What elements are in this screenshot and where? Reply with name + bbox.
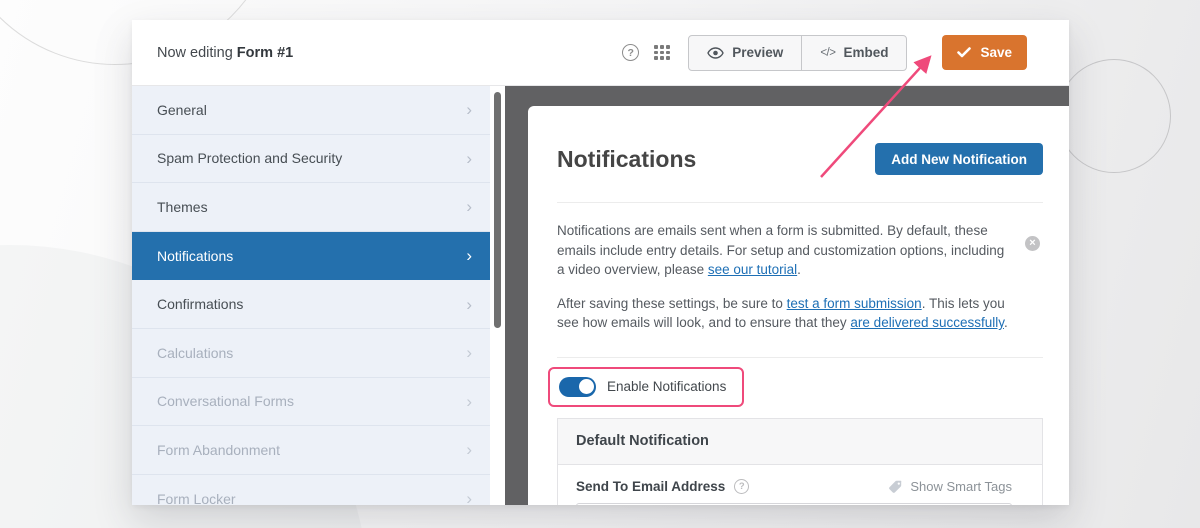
delivered-successfully-link[interactable]: are delivered successfully: [850, 315, 1004, 330]
default-notification-card: Default Notification Send To Email Addre…: [557, 417, 1043, 505]
sidebar-item-label: Form Locker: [157, 490, 236, 505]
form-name: Form #1: [236, 44, 294, 61]
preview-button[interactable]: Preview: [689, 36, 801, 70]
panel-header: Notifications Add New Notification: [557, 106, 1043, 176]
sidebar-item-confirmations[interactable]: Confirmations ›: [132, 280, 490, 329]
sidebar-scrollbar-thumb[interactable]: [493, 92, 501, 328]
sidebar-item-label: Form Abandonment: [157, 441, 280, 458]
dismiss-notice-icon[interactable]: ×: [1025, 236, 1040, 251]
tutorial-link[interactable]: see our tutorial: [708, 262, 797, 277]
field-label: Send To Email Address ?: [576, 479, 750, 494]
sidebar-item-label: Notifications: [157, 247, 234, 264]
card-body: Send To Email Address ? Show Smart Tags: [558, 465, 1042, 505]
now-editing-prefix: Now editing: [157, 44, 233, 61]
page-title: Notifications: [557, 146, 697, 172]
divider: [557, 202, 1043, 203]
sidebar-item-form-abandonment[interactable]: Form Abandonment ›: [132, 426, 490, 475]
sidebar-item-general[interactable]: General ›: [132, 86, 490, 135]
field-help-icon[interactable]: ?: [734, 479, 750, 494]
embed-label: Embed: [843, 45, 889, 60]
form-builder-window: Now editing Form #1 ? Preview </> Embed: [132, 20, 1069, 505]
sidebar-item-label: Conversational Forms: [157, 393, 294, 410]
chevron-right-icon: ›: [466, 343, 472, 363]
eye-icon: [707, 46, 725, 59]
check-icon: [957, 47, 972, 58]
decorative-circle: [1057, 59, 1171, 173]
notice-paragraph-1: Notifications are emails sent when a for…: [557, 221, 1043, 280]
preview-label: Preview: [732, 45, 784, 60]
sidebar-item-calculations[interactable]: Calculations ›: [132, 329, 490, 378]
notice-text: .: [797, 262, 801, 277]
help-icon[interactable]: ?: [622, 44, 640, 61]
chevron-right-icon: ›: [466, 391, 472, 411]
save-label: Save: [980, 45, 1012, 60]
chevron-right-icon: ›: [466, 294, 472, 314]
chevron-right-icon: ›: [466, 197, 472, 217]
tag-icon: [889, 480, 902, 493]
sidebar-item-spam-protection[interactable]: Spam Protection and Security ›: [132, 135, 490, 184]
preview-embed-group: Preview </> Embed: [688, 34, 908, 71]
sidebar-item-label: Spam Protection and Security: [157, 150, 343, 167]
sidebar-item-notifications[interactable]: Notifications ›: [132, 231, 490, 281]
toggle-label: Enable Notifications: [607, 379, 727, 394]
notice-text: After saving these settings, be sure to: [557, 295, 787, 311]
card-header: Default Notification: [558, 418, 1042, 465]
topbar-actions: ? Preview </> Embed Save: [622, 34, 1027, 71]
test-submission-link[interactable]: test a form submission: [787, 296, 922, 311]
chevron-right-icon: ›: [466, 148, 472, 168]
grid-icon[interactable]: [654, 45, 670, 60]
notice-text: .: [1004, 315, 1008, 330]
chevron-right-icon: ›: [466, 440, 472, 460]
sidebar-item-themes[interactable]: Themes ›: [132, 183, 490, 232]
divider: [557, 356, 1043, 358]
embed-button[interactable]: </> Embed: [801, 35, 906, 70]
send-to-email-input[interactable]: [576, 502, 1012, 505]
save-button[interactable]: Save: [942, 35, 1027, 70]
enable-notifications-toggle[interactable]: [559, 376, 596, 397]
sidebar-item-label: Calculations: [157, 344, 234, 361]
send-to-field-row: Send To Email Address ? Show Smart Tags: [576, 477, 1012, 497]
chevron-right-icon: ›: [466, 246, 472, 266]
show-smart-tags-button[interactable]: Show Smart Tags: [888, 479, 1012, 494]
field-label-text: Send To Email Address: [576, 479, 726, 494]
sidebar-item-conversational-forms[interactable]: Conversational Forms ›: [132, 378, 490, 427]
notice-block: Notifications are emails sent when a for…: [557, 221, 1043, 333]
sidebar-item-label: Confirmations: [157, 296, 244, 313]
now-editing-title: Now editing Form #1: [157, 45, 293, 61]
settings-content-backdrop: Notifications Add New Notification Notif…: [505, 86, 1069, 505]
builder-body: General › Spam Protection and Security ›…: [132, 86, 1069, 505]
code-icon: </>: [820, 46, 836, 59]
sidebar-scrollbar-track: [490, 86, 505, 505]
settings-sidebar: General › Spam Protection and Security ›…: [132, 86, 490, 505]
toggle-knob: [578, 379, 594, 394]
sidebar-item-form-locker[interactable]: Form Locker ›: [132, 475, 490, 505]
add-new-notification-button[interactable]: Add New Notification: [875, 143, 1043, 175]
sidebar-item-label: General: [157, 101, 207, 118]
toggle-highlight-box: Enable Notifications: [548, 366, 745, 407]
chevron-right-icon: ›: [466, 100, 472, 120]
topbar: Now editing Form #1 ? Preview </> Embed: [132, 20, 1069, 86]
sidebar-item-label: Themes: [157, 198, 208, 215]
smart-tags-label: Show Smart Tags: [910, 479, 1012, 494]
notice-paragraph-2: After saving these settings, be sure to …: [557, 294, 1043, 333]
notifications-panel: Notifications Add New Notification Notif…: [528, 106, 1069, 505]
chevron-right-icon: ›: [466, 489, 472, 505]
